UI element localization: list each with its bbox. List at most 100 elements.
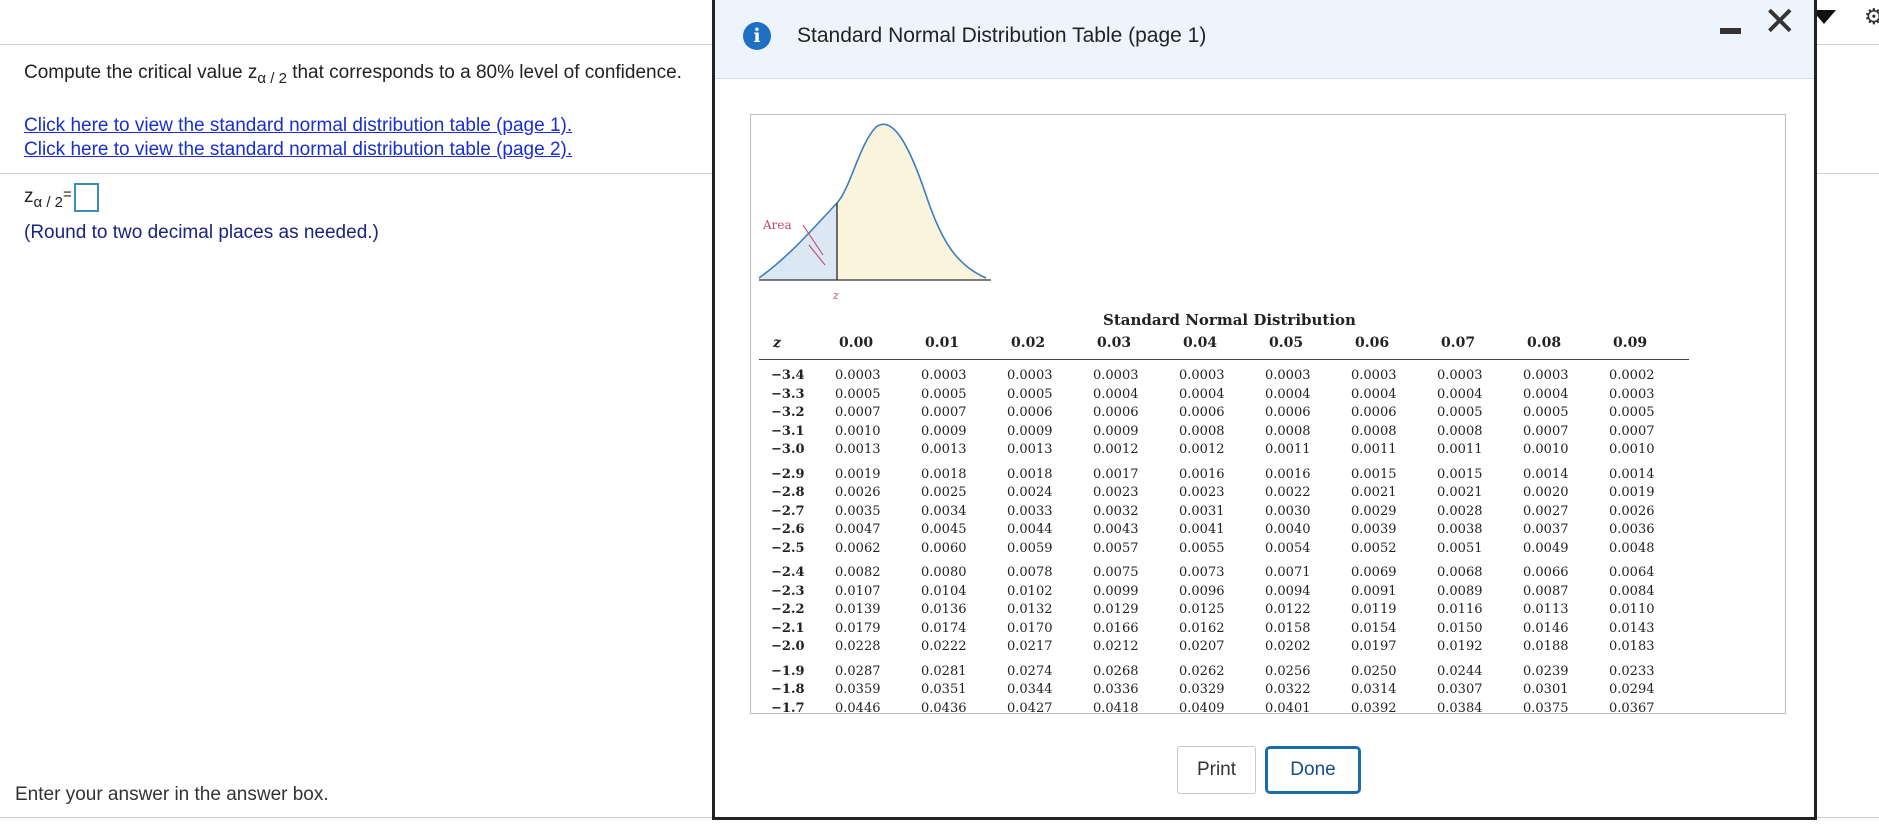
table-cell: 0.0018 [921, 466, 967, 482]
z-value: −2.1 [771, 620, 805, 636]
table-cell: 0.0233 [1609, 663, 1655, 679]
table-cell: 0.0003 [1609, 386, 1655, 402]
table-cell: 0.0084 [1609, 583, 1655, 599]
table-cell: 0.0003 [1093, 368, 1139, 383]
table-cell: 0.0029 [1351, 503, 1397, 519]
table-cell: 0.0008 [1437, 423, 1483, 439]
table-cell: 0.0170 [1007, 620, 1053, 636]
z-value: −2.5 [771, 540, 805, 556]
table-cell: 0.0057 [1093, 540, 1139, 556]
table-cell: 0.0026 [1609, 503, 1655, 519]
normal-curve-figure: Area z [758, 123, 991, 302]
table-cell: 0.0007 [921, 405, 967, 420]
column-header: 0.00 [839, 335, 874, 351]
table-cell: 0.0023 [1179, 485, 1225, 500]
table-cell: 0.0019 [1609, 485, 1655, 500]
column-header: 0.04 [1183, 335, 1218, 351]
table-cell: 0.0005 [1523, 405, 1569, 420]
table-cell: 0.0003 [1351, 368, 1397, 383]
minimize-icon[interactable] [1720, 28, 1741, 34]
table-cell: 0.0409 [1179, 700, 1225, 714]
table-cell: 0.0015 [1351, 466, 1397, 482]
z-value: −2.6 [771, 522, 805, 537]
table-cell: 0.0078 [1007, 565, 1053, 580]
z-value: −2.7 [771, 503, 805, 519]
table-cell: 0.0099 [1093, 583, 1139, 599]
table-cell: 0.0004 [1437, 386, 1483, 402]
table-cell: 0.0003 [921, 368, 967, 383]
table-cell: 0.0005 [921, 386, 967, 402]
z-value: −2.4 [771, 565, 805, 580]
table-cell: 0.0032 [1093, 503, 1139, 519]
z-value: −3.2 [771, 405, 805, 420]
table-cell: 0.0294 [1609, 682, 1655, 697]
table-cell: 0.0287 [835, 663, 881, 679]
table-cell: 0.0256 [1265, 663, 1311, 679]
table-cell: 0.0005 [1007, 386, 1053, 402]
table-cell: 0.0054 [1265, 540, 1311, 556]
gear-icon[interactable]: ⚙ [1864, 4, 1879, 30]
table-cell: 0.0047 [835, 522, 881, 537]
table-cell: 0.0006 [1007, 405, 1053, 420]
table-cell: 0.0064 [1609, 565, 1655, 580]
table-cell: 0.0239 [1523, 663, 1569, 679]
z-value: −1.9 [771, 663, 805, 679]
table-cell: 0.0136 [921, 602, 967, 617]
table-cell: 0.0436 [921, 700, 967, 714]
z-value: −3.3 [771, 386, 805, 402]
table-cell: 0.0044 [1007, 522, 1053, 537]
table-cell: 0.0002 [1609, 368, 1655, 383]
table-cell: 0.0329 [1179, 682, 1225, 697]
table-cell: 0.0051 [1437, 540, 1483, 556]
table-cell: 0.0005 [1437, 405, 1483, 420]
table-cell: 0.0359 [835, 682, 881, 697]
table-cell: 0.0035 [835, 503, 881, 519]
table-cell: 0.0102 [1007, 583, 1053, 599]
table-cell: 0.0052 [1351, 540, 1397, 556]
table-cell: 0.0202 [1265, 639, 1311, 654]
table-cell: 0.0015 [1437, 466, 1483, 482]
table-cell: 0.0250 [1351, 663, 1397, 679]
table-cell: 0.0030 [1265, 503, 1311, 519]
round-note: (Round to two decimal places as needed.) [24, 222, 379, 243]
z-value: −2.8 [771, 485, 805, 500]
table-cell: 0.0039 [1351, 522, 1397, 537]
table-cell: 0.0091 [1351, 583, 1397, 599]
z-value: −2.3 [771, 583, 805, 599]
table-cell: 0.0008 [1265, 423, 1311, 439]
table-cell: 0.0139 [835, 602, 881, 617]
table-cell: 0.0116 [1437, 602, 1483, 617]
question-subscript: α / 2 [257, 69, 287, 87]
table-cell: 0.0009 [1007, 423, 1053, 439]
answer-equals: = [63, 186, 72, 203]
table-cell: 0.0045 [921, 522, 967, 537]
table-cell: 0.0125 [1179, 602, 1225, 617]
table-cell: 0.0183 [1609, 639, 1655, 654]
close-icon[interactable]: ✕ [1763, 2, 1797, 42]
column-header: 0.08 [1527, 335, 1562, 351]
answer-input[interactable] [73, 183, 99, 212]
print-button[interactable]: Print [1177, 746, 1256, 794]
table-cell: 0.0162 [1179, 620, 1225, 636]
question-suffix: that corresponds to a 80% level of confi… [286, 62, 682, 83]
curve-area [837, 124, 986, 280]
column-header: 0.03 [1097, 335, 1132, 351]
table-cell: 0.0392 [1351, 700, 1397, 714]
table-cell: 0.0006 [1093, 405, 1139, 420]
table-cell: 0.0013 [921, 442, 967, 457]
table-cell: 0.0104 [921, 583, 967, 599]
question-text: Compute the critical value zα / 2 that c… [24, 62, 682, 87]
done-button[interactable]: Done [1265, 746, 1361, 794]
table-cell: 0.0110 [1609, 602, 1655, 617]
table-cell: 0.0119 [1351, 602, 1397, 617]
table-cell: 0.0009 [1093, 423, 1139, 439]
table-cell: 0.0418 [1093, 700, 1139, 714]
table-cell: 0.0026 [835, 485, 881, 500]
table-page1-link[interactable]: Click here to view the standard normal d… [24, 115, 572, 137]
table-cell: 0.0005 [835, 386, 881, 402]
table-cell: 0.0011 [1351, 442, 1397, 457]
table-cell: 0.0188 [1523, 639, 1569, 654]
table-cell: 0.0011 [1437, 442, 1483, 457]
table-page2-link[interactable]: Click here to view the standard normal d… [24, 139, 572, 161]
table-cell: 0.0003 [835, 368, 881, 383]
